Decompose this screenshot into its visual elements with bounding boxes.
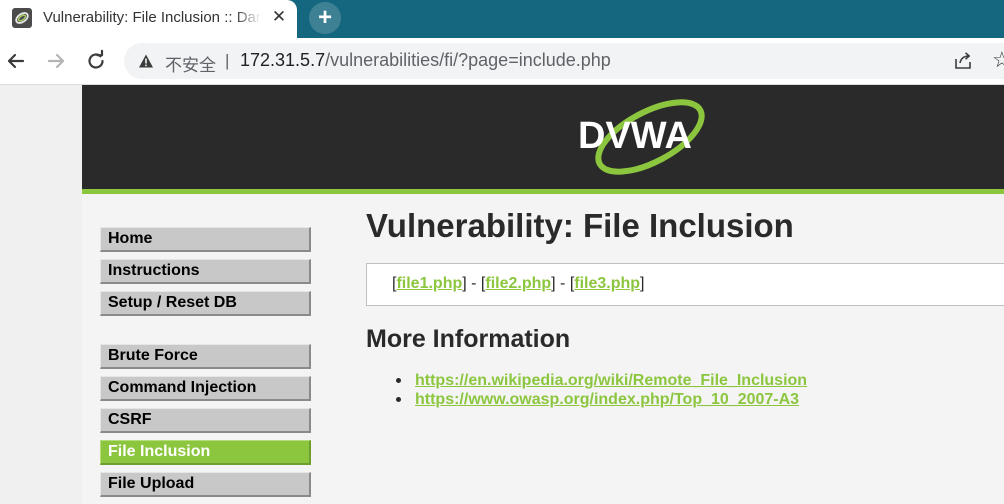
reference-list: https://en.wikipedia.org/wiki/Remote_Fil…: [396, 371, 807, 409]
bullet-icon: [396, 397, 401, 402]
header-accent-line: [82, 189, 1004, 194]
new-tab-button[interactable]: +: [309, 2, 341, 34]
menu-item-csrf[interactable]: CSRF: [100, 408, 311, 433]
page-title: Vulnerability: File Inclusion: [366, 207, 794, 244]
dvwa-logo[interactable]: DVWA: [575, 96, 715, 183]
menu-item-home[interactable]: Home: [100, 227, 311, 252]
browser-tab-active[interactable]: Vulnerability: File Inclusion :: Damn Vu…: [0, 0, 297, 38]
forward-arrow-icon[interactable]: [43, 48, 69, 74]
url-host: 172.31.5.7: [240, 50, 326, 70]
list-item: https://www.owasp.org/index.php/Top_10_2…: [396, 390, 807, 409]
browser-toolbar: 不安全 | 172.31.5.7/vulnerabilities/fi/?pag…: [0, 38, 1004, 85]
menu-item-setup-reset-db[interactable]: Setup / Reset DB: [100, 291, 311, 316]
url-separator: |: [225, 51, 230, 70]
file-links-box: [file1.php] - [file2.php] - [file3.php]: [366, 263, 1004, 306]
wikipedia-rfi-link[interactable]: https://en.wikipedia.org/wiki/Remote_Fil…: [415, 372, 807, 389]
address-bar[interactable]: 不安全 | 172.31.5.7/vulnerabilities/fi/?pag…: [124, 43, 1004, 79]
logo-text: DVWA: [578, 115, 692, 157]
not-secure-label[interactable]: 不安全: [165, 51, 216, 76]
menu-item-instructions[interactable]: Instructions: [100, 259, 311, 284]
dvwa-header: DVWA: [82, 85, 1004, 189]
menu-item-file-upload[interactable]: File Upload: [100, 472, 311, 497]
share-icon[interactable]: [953, 51, 973, 71]
dvwa-favicon-icon: [12, 8, 32, 28]
reload-icon[interactable]: [83, 48, 109, 74]
dvwa-page: DVWA Home Instructions Setup / Reset DB …: [82, 85, 1004, 504]
menu-item-command-injection[interactable]: Command Injection: [100, 376, 311, 401]
menu-item-file-inclusion[interactable]: File Inclusion: [100, 440, 311, 465]
file2-link[interactable]: file2.php: [485, 275, 551, 292]
menu-item-brute-force[interactable]: Brute Force: [100, 344, 311, 369]
close-tab-icon[interactable]: ✕: [268, 6, 290, 28]
tab-title: Vulnerability: File Inclusion :: Damn Vu…: [43, 9, 261, 26]
file-links: [file1.php] - [file2.php] - [file3.php]: [392, 275, 645, 292]
file1-link[interactable]: file1.php: [396, 275, 462, 292]
tab-strip: Vulnerability: File Inclusion :: Damn Vu…: [0, 0, 1004, 38]
url-path: /vulnerabilities/fi/?page=include.php: [325, 50, 611, 70]
warning-triangle-icon[interactable]: [138, 53, 154, 69]
url-text[interactable]: 172.31.5.7/vulnerabilities/fi/?page=incl…: [240, 50, 611, 71]
more-information-heading: More Information: [366, 325, 571, 353]
back-arrow-icon[interactable]: [3, 48, 29, 74]
list-item: https://en.wikipedia.org/wiki/Remote_Fil…: [396, 371, 807, 390]
owasp-top10-link[interactable]: https://www.owasp.org/index.php/Top_10_2…: [415, 391, 799, 408]
bookmark-star-icon[interactable]: ☆: [992, 49, 1004, 71]
file3-link[interactable]: file3.php: [574, 275, 640, 292]
bullet-icon: [396, 378, 401, 383]
